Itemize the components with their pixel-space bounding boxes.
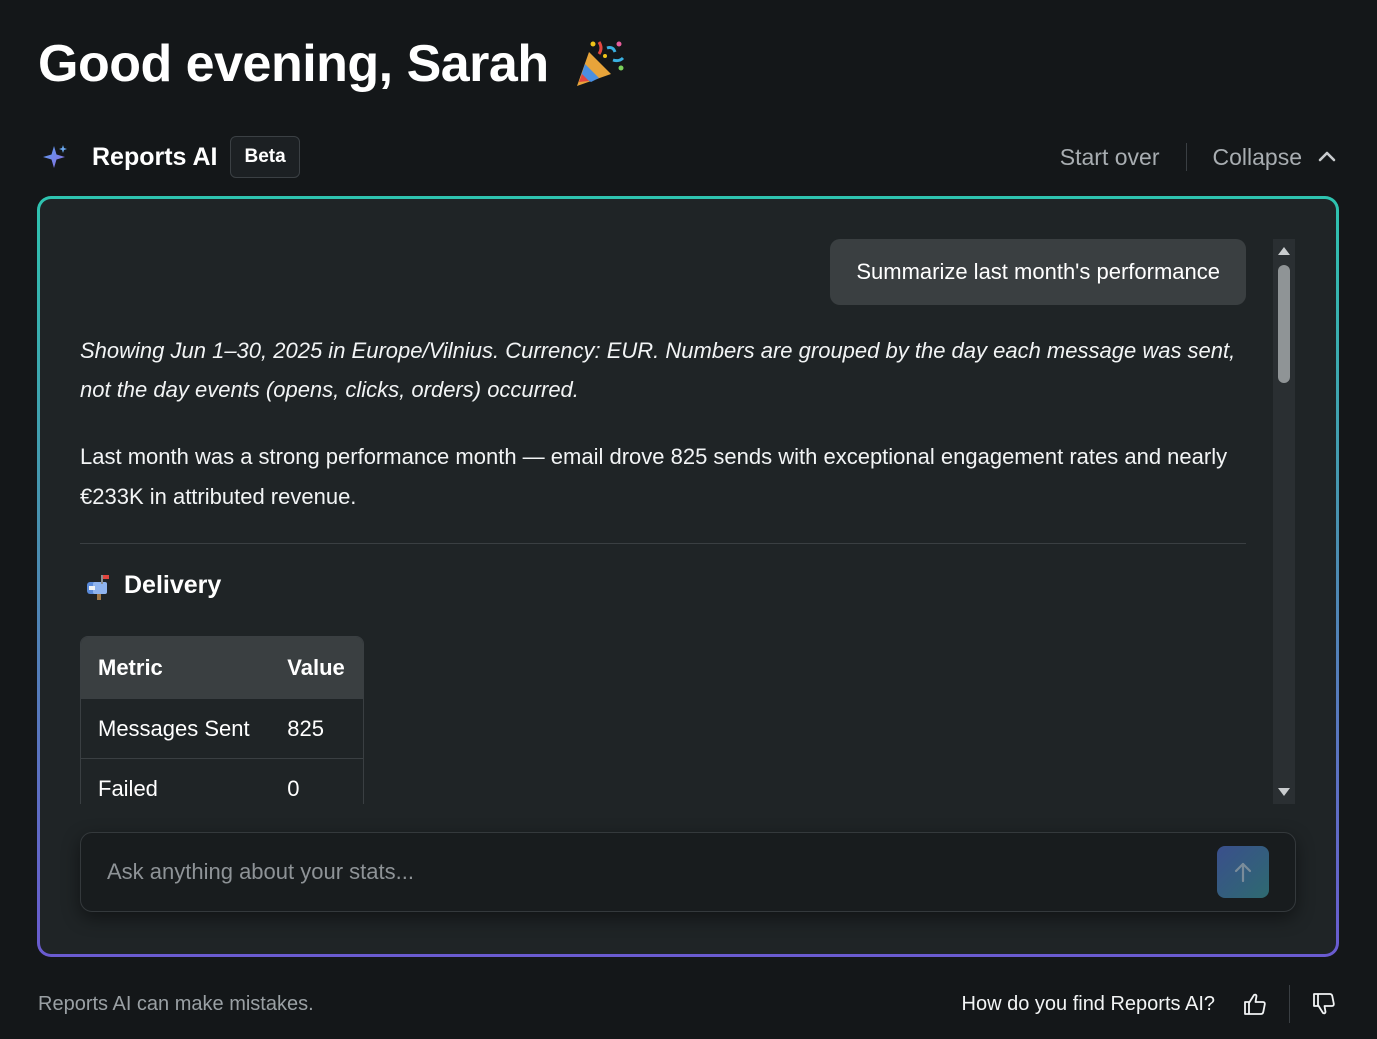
thumbs-up-button[interactable] bbox=[1241, 990, 1269, 1018]
date-range-note: Showing Jun 1–30, 2025 in Europe/Vilnius… bbox=[80, 338, 1236, 402]
user-message-bubble: Summarize last month's performance bbox=[830, 239, 1246, 305]
header-divider bbox=[1185, 143, 1187, 171]
arrow-up-icon bbox=[1234, 862, 1252, 883]
chat-scroll-area[interactable]: Summarize last month's performance Showi… bbox=[80, 239, 1249, 804]
header-actions: Start over Collapse bbox=[1060, 143, 1338, 171]
chat-panel: Summarize last month's performance Showi… bbox=[40, 199, 1336, 954]
delivery-heading: Delivery bbox=[84, 571, 221, 600]
chat-scrollbar[interactable] bbox=[1273, 239, 1295, 804]
party-popper-icon bbox=[576, 41, 624, 86]
chat-input[interactable] bbox=[107, 833, 1187, 911]
thumbs-up-icon bbox=[1244, 993, 1266, 1015]
reports-ai-header: Reports AI Beta Start over Collapse bbox=[38, 136, 1338, 178]
disclaimer-text: Reports AI can make mistakes. bbox=[38, 992, 314, 1015]
feedback-question: How do you find Reports AI? bbox=[961, 992, 1215, 1015]
sparkle-icon bbox=[43, 145, 67, 168]
table-cell: Messages Sent bbox=[81, 698, 272, 758]
collapse-label: Collapse bbox=[1212, 143, 1303, 170]
start-over-button[interactable]: Start over bbox=[1060, 144, 1160, 171]
feedback-divider bbox=[1289, 985, 1290, 1023]
footer: Reports AI can make mistakes. How do you… bbox=[38, 984, 1338, 1024]
brand-title: Reports AI bbox=[92, 142, 218, 171]
thumbs-down-icon bbox=[1313, 993, 1335, 1015]
table-row: Failed 0 bbox=[81, 758, 363, 804]
collapse-button[interactable]: Collapse bbox=[1213, 144, 1339, 171]
scroll-down-arrow-icon[interactable] bbox=[1278, 788, 1290, 796]
chat-input-box bbox=[80, 832, 1296, 912]
scrollbar-thumb[interactable] bbox=[1278, 265, 1290, 383]
feedback-area: How do you find Reports AI? bbox=[962, 985, 1338, 1023]
delivery-title: Delivery bbox=[124, 571, 222, 599]
chat-panel-border: Summarize last month's performance Showi… bbox=[37, 196, 1339, 957]
section-divider bbox=[80, 543, 1246, 544]
summary-text: Last month was a strong performance mont… bbox=[80, 444, 1228, 509]
beta-badge: Beta bbox=[230, 136, 300, 178]
column-header: Value bbox=[271, 637, 363, 698]
chevron-up-icon bbox=[1318, 151, 1336, 162]
table-cell: 825 bbox=[271, 698, 363, 758]
table-cell: Failed bbox=[81, 758, 272, 804]
table-cell: 0 bbox=[271, 758, 363, 804]
mailbox-icon bbox=[87, 574, 109, 600]
greeting-heading: Good evening, Sarah bbox=[38, 34, 627, 94]
thumbs-down-button[interactable] bbox=[1310, 990, 1338, 1018]
table-row: Messages Sent 825 bbox=[81, 698, 363, 758]
greeting-text: Good evening, Sarah bbox=[38, 35, 549, 93]
send-button[interactable] bbox=[1217, 846, 1269, 898]
delivery-table: Metric Value Messages Sent 825 Failed 0 bbox=[80, 636, 364, 804]
column-header: Metric bbox=[81, 637, 272, 698]
table-header-row: Metric Value bbox=[81, 637, 363, 698]
scroll-up-arrow-icon[interactable] bbox=[1278, 247, 1290, 255]
